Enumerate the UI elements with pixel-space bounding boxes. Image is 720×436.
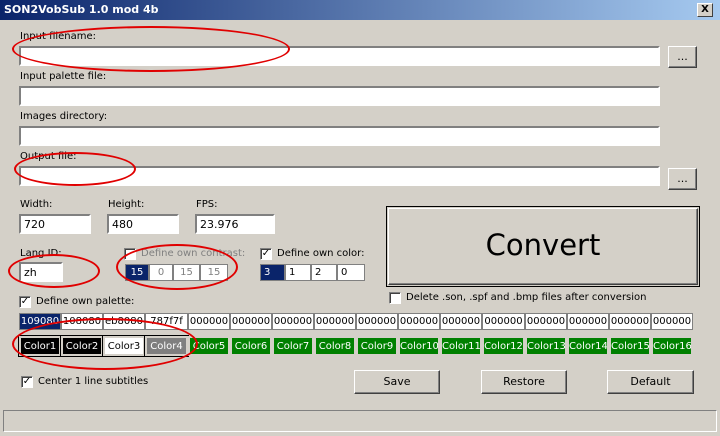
- images-directory-field[interactable]: [19, 126, 660, 146]
- fps-field[interactable]: 23.976: [195, 214, 275, 234]
- close-button[interactable]: X: [697, 3, 713, 17]
- palette-hex-cell[interactable]: 109080: [19, 313, 61, 330]
- palette-hex-cell[interactable]: 000000: [525, 313, 567, 330]
- palette-color-button[interactable]: Color5: [188, 336, 230, 356]
- palette-hex-cell[interactable]: 000000: [609, 313, 651, 330]
- images-directory-label: Images directory:: [20, 111, 108, 122]
- palette-hex-cell[interactable]: eb8080: [103, 313, 145, 330]
- fps-label: FPS:: [196, 199, 218, 210]
- palette-color-button[interactable]: Color3: [102, 335, 146, 357]
- browse-input-button[interactable]: ...: [668, 46, 697, 68]
- lang-id-label: Lang ID:: [20, 248, 62, 259]
- height-field[interactable]: 480: [107, 214, 179, 234]
- default-button[interactable]: Default: [607, 370, 694, 394]
- palette-color-button[interactable]: Color12: [482, 336, 525, 356]
- restore-button[interactable]: Restore: [481, 370, 567, 394]
- input-filename-label: Input filename:: [20, 31, 97, 42]
- browse-output-button[interactable]: ...: [668, 168, 697, 190]
- lang-id-field[interactable]: zh: [19, 262, 63, 282]
- delete-files-checkbox[interactable]: [389, 292, 401, 304]
- contrast-cell-2[interactable]: 0: [149, 264, 173, 281]
- center-checkbox[interactable]: ✓: [21, 376, 33, 388]
- contrast-cell-1[interactable]: 15: [125, 264, 149, 281]
- palette-hex-cell[interactable]: 000000: [482, 313, 525, 330]
- color-cell-4[interactable]: 0: [337, 264, 365, 281]
- palette-color-button[interactable]: Color7: [272, 336, 314, 356]
- input-palette-field[interactable]: [19, 86, 660, 106]
- palette-label: Define own palette:: [36, 296, 135, 307]
- input-filename-field[interactable]: [19, 46, 660, 66]
- palette-color-button[interactable]: Color15: [609, 336, 651, 356]
- contrast-checkbox[interactable]: [124, 248, 136, 260]
- palette-color-button[interactable]: Color11: [440, 336, 482, 356]
- palette-hex-cell[interactable]: 000000: [356, 313, 398, 330]
- palette-hex-cell[interactable]: 000000: [651, 313, 693, 330]
- palette-hex-cell[interactable]: 000000: [440, 313, 482, 330]
- palette-checkbox[interactable]: ✓: [19, 296, 31, 308]
- width-label: Width:: [20, 199, 53, 210]
- center-label: Center 1 line subtitles: [38, 376, 149, 387]
- status-bar: [3, 410, 717, 432]
- palette-hex-cell[interactable]: 000000: [314, 313, 356, 330]
- palette-color-button[interactable]: Color2: [60, 335, 104, 357]
- delete-files-label: Delete .son, .spf and .bmp files after c…: [406, 292, 647, 303]
- palette-hex-cell[interactable]: 000000: [188, 313, 230, 330]
- palette-hex-cell[interactable]: 000000: [230, 313, 272, 330]
- palette-color-button[interactable]: Color16: [651, 336, 693, 356]
- palette-color-button[interactable]: Color8: [314, 336, 356, 356]
- color-cell-2[interactable]: 1: [285, 264, 311, 281]
- contrast-cell-3[interactable]: 15: [173, 264, 200, 281]
- color-label: Define own color:: [277, 248, 365, 259]
- palette-color-button[interactable]: Color1: [18, 335, 62, 357]
- palette-color-button[interactable]: Color10: [398, 336, 440, 356]
- palette-color-button[interactable]: Color13: [525, 336, 567, 356]
- palette-hex-cell[interactable]: 000000: [272, 313, 314, 330]
- color-cell-3[interactable]: 2: [311, 264, 337, 281]
- palette-hex-cell[interactable]: 787f7f: [145, 313, 188, 330]
- input-palette-label: Input palette file:: [20, 71, 107, 82]
- palette-hex-cell[interactable]: 000000: [567, 313, 609, 330]
- palette-hex-cell[interactable]: 108080: [61, 313, 103, 330]
- output-file-label: Output file:: [20, 151, 77, 162]
- color-cell-1[interactable]: 3: [260, 264, 285, 281]
- output-file-field[interactable]: [19, 166, 660, 186]
- palette-color-button[interactable]: Color14: [567, 336, 609, 356]
- palette-color-button[interactable]: Color9: [356, 336, 398, 356]
- palette-color-button[interactable]: Color6: [230, 336, 272, 356]
- color-checkbox[interactable]: ✓: [260, 248, 272, 260]
- width-field[interactable]: 720: [19, 214, 91, 234]
- palette-hex-cell[interactable]: 000000: [398, 313, 440, 330]
- convert-button[interactable]: Convert: [388, 208, 698, 285]
- height-label: Height:: [108, 199, 145, 210]
- save-button[interactable]: Save: [354, 370, 440, 394]
- contrast-label: Define own contrast:: [141, 248, 246, 259]
- window-title: SON2VobSub 1.0 mod 4b: [4, 3, 159, 16]
- palette-color-button[interactable]: Color4: [144, 335, 189, 357]
- contrast-cell-4[interactable]: 15: [200, 264, 228, 281]
